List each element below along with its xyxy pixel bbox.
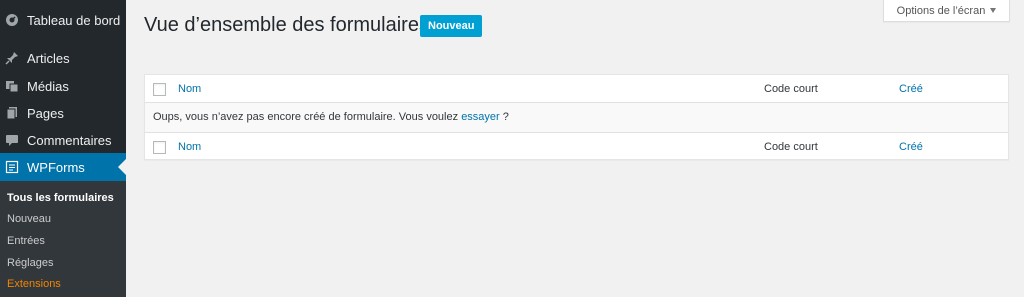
sidebar-item-commentaires[interactable]: Commentaires: [0, 126, 126, 154]
active-indicator: [118, 159, 126, 175]
sidebar-item-articles[interactable]: Articles: [0, 44, 126, 72]
sidebar-item-label: Médias: [27, 78, 69, 94]
empty-state-suffix: ?: [499, 111, 509, 123]
sidebar-item-wpforms[interactable]: WPForms: [0, 153, 126, 181]
column-footer-name[interactable]: Nom: [178, 141, 201, 153]
sidebar-item-label: WPForms: [27, 159, 85, 175]
table-header-row: Nom Code court Créé: [145, 75, 1008, 103]
select-all-checkbox[interactable]: [153, 83, 166, 96]
sidebar-item-label: Tableau de bord: [27, 12, 121, 28]
add-new-button[interactable]: Nouveau: [420, 15, 483, 37]
sidebar-item-label: Articles: [27, 50, 70, 66]
forms-table: Nom Code court Créé Oups, vous n’avez pa…: [144, 74, 1009, 160]
page-title: Vue d’ensemble des formulaires: [144, 14, 429, 36]
sidebar-item-label: Commentaires: [27, 132, 112, 148]
screen-options-label: Options de l’écran: [896, 4, 986, 17]
column-footer-shortcode: Code court: [764, 141, 818, 153]
select-all-checkbox-footer[interactable]: [153, 141, 166, 154]
submenu-item-extensions[interactable]: Extensions: [7, 275, 61, 293]
comment-icon: [5, 133, 19, 147]
caret-down-icon: [990, 8, 997, 13]
submenu-item-new[interactable]: Nouveau: [7, 210, 51, 228]
forms-icon: [5, 160, 19, 174]
pages-icon: [5, 106, 19, 120]
try-link[interactable]: essayer: [461, 111, 500, 123]
column-header-name[interactable]: Nom: [178, 83, 201, 95]
admin-sidebar: Tableau de bord Articles Médias Pages Co…: [0, 0, 126, 297]
submenu-item-all-forms[interactable]: Tous les formulaires: [7, 189, 114, 207]
empty-state-message: Oups, vous n’avez pas encore créé de for…: [153, 111, 509, 123]
submenu-item-settings[interactable]: Réglages: [7, 254, 53, 272]
column-footer-created[interactable]: Créé: [899, 141, 923, 153]
screen-options-button[interactable]: Options de l’écran: [883, 0, 1010, 22]
table-footer-row: Nom Code court Créé: [145, 132, 1008, 160]
sidebar-item-dashboard[interactable]: Tableau de bord: [0, 6, 126, 34]
sidebar-item-pages[interactable]: Pages: [0, 99, 126, 127]
column-header-created[interactable]: Créé: [899, 83, 923, 95]
dashboard-icon: [5, 13, 19, 27]
wpforms-submenu: Tous les formulaires Nouveau Entrées Rég…: [0, 181, 126, 297]
media-icon: [5, 79, 19, 93]
empty-state-row: Oups, vous n’avez pas encore créé de for…: [145, 103, 1008, 132]
submenu-item-entries[interactable]: Entrées: [7, 232, 45, 250]
column-header-shortcode: Code court: [764, 83, 818, 95]
pin-icon: [5, 51, 19, 65]
sidebar-item-medias[interactable]: Médias: [0, 72, 126, 100]
sidebar-item-label: Pages: [27, 105, 64, 121]
empty-state-text: Oups, vous n’avez pas encore créé de for…: [153, 111, 459, 123]
